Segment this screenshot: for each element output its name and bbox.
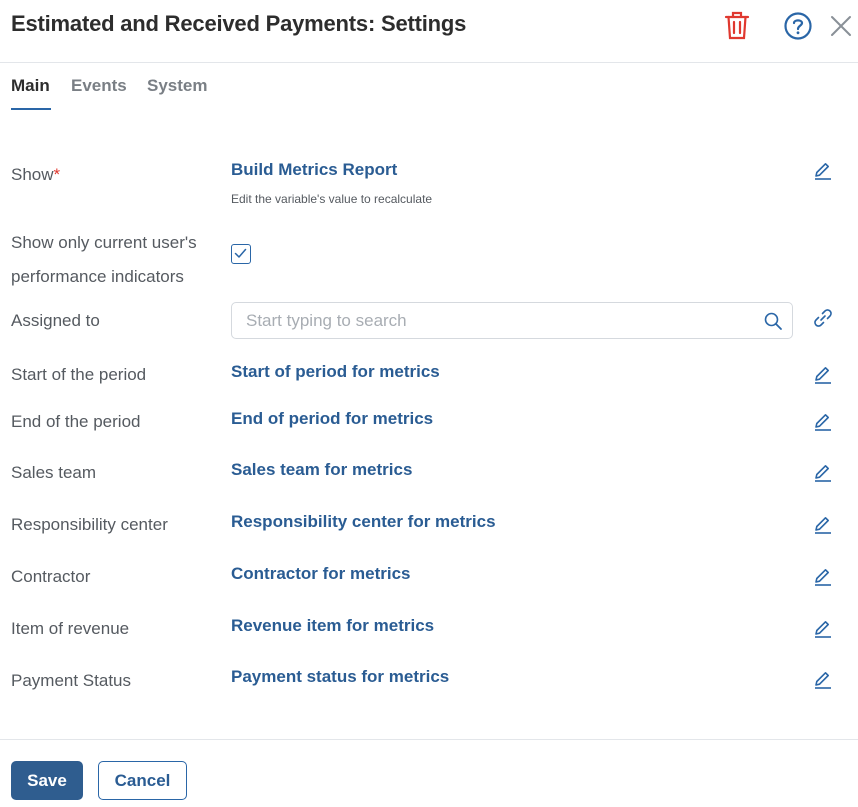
edit-icon[interactable] <box>813 161 833 181</box>
contractor-label: Contractor <box>11 567 91 586</box>
payment-status-value-link[interactable]: Payment status for metrics <box>231 667 449 687</box>
dialog-title: Estimated and Received Payments: Setting… <box>11 11 467 36</box>
item-of-revenue-value-link[interactable]: Revenue item for metrics <box>231 616 434 636</box>
end-period-value-link[interactable]: End of period for metrics <box>231 409 433 429</box>
contractor-value-link[interactable]: Contractor for metrics <box>231 564 410 584</box>
edit-icon[interactable] <box>813 365 833 385</box>
link-icon[interactable] <box>812 307 834 329</box>
start-period-value-link[interactable]: Start of period for metrics <box>231 362 440 382</box>
required-marker: * <box>53 165 61 184</box>
tab-system[interactable]: System <box>147 76 207 96</box>
edit-icon[interactable] <box>813 515 833 535</box>
payment-status-label: Payment Status <box>11 671 132 690</box>
assigned-to-label: Assigned to <box>11 311 100 330</box>
close-icon[interactable] <box>828 13 854 39</box>
edit-icon[interactable] <box>813 463 833 483</box>
assigned-to-input[interactable] <box>246 303 746 338</box>
current-user-checkbox[interactable] <box>231 244 251 264</box>
show-value-link[interactable]: Build Metrics Report <box>231 160 397 180</box>
trash-icon[interactable] <box>722 9 752 43</box>
dialog-footer: Save Cancel <box>0 739 858 807</box>
tab-events[interactable]: Events <box>71 76 127 96</box>
responsibility-center-label: Responsibility center <box>11 515 168 534</box>
end-period-label: End of the period <box>11 412 141 431</box>
sales-team-label: Sales team <box>11 463 97 482</box>
help-icon[interactable] <box>783 11 813 41</box>
tab-main[interactable]: Main <box>11 76 50 96</box>
dialog-header: Estimated and Received Payments: Setting… <box>0 0 858 63</box>
edit-icon[interactable] <box>813 619 833 639</box>
edit-icon[interactable] <box>813 412 833 432</box>
current-user-label: Show only current user's performance ind… <box>11 233 197 286</box>
show-hint: Edit the variable's value to recalculate <box>231 192 433 206</box>
cancel-button[interactable]: Cancel <box>98 761 187 800</box>
edit-icon[interactable] <box>813 670 833 690</box>
search-icon[interactable] <box>763 311 783 331</box>
item-of-revenue-label: Item of revenue <box>11 619 130 638</box>
show-label: Show* <box>11 165 61 184</box>
active-tab-indicator <box>11 108 51 110</box>
start-period-label: Start of the period <box>11 365 147 384</box>
sales-team-value-link[interactable]: Sales team for metrics <box>231 460 412 480</box>
assigned-to-search <box>231 302 793 339</box>
save-button[interactable]: Save <box>11 761 83 800</box>
edit-icon[interactable] <box>813 567 833 587</box>
responsibility-center-value-link[interactable]: Responsibility center for metrics <box>231 512 496 532</box>
